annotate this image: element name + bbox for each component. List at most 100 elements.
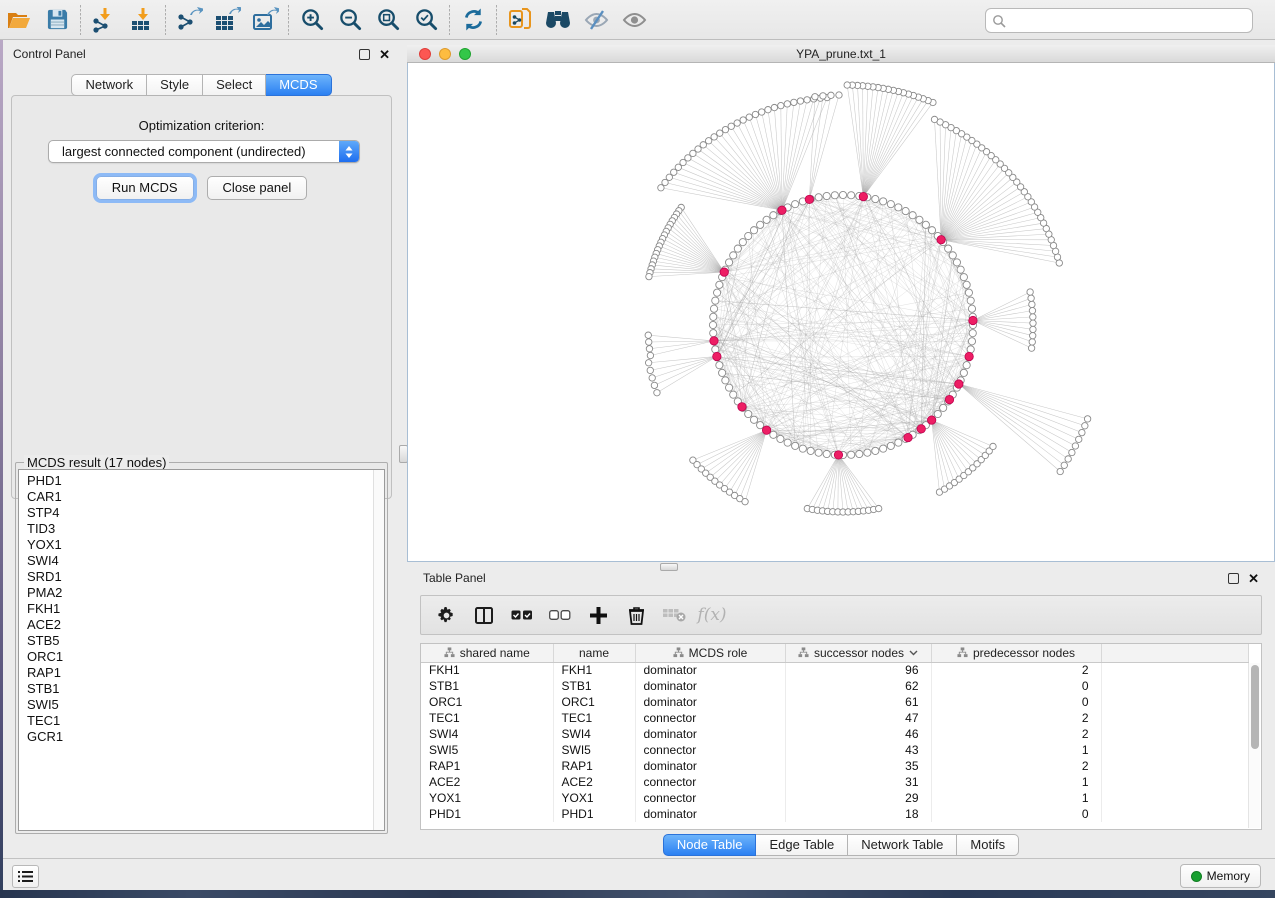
tab-network[interactable]: Network — [71, 74, 147, 96]
tab-mcds[interactable]: MCDS — [266, 74, 331, 96]
table-row[interactable]: YOX1YOX1connector291 — [421, 790, 1249, 806]
mcds-node[interactable]: GCR1 — [27, 729, 384, 745]
task-history-button[interactable] — [12, 865, 39, 888]
table-row[interactable]: ACE2ACE2connector311 — [421, 774, 1249, 790]
table-row[interactable]: TEC1TEC1connector472 — [421, 710, 1249, 726]
mcds-node[interactable]: TID3 — [27, 521, 384, 537]
refresh-icon[interactable] — [454, 4, 492, 36]
function-builder-icon[interactable]: f(x) — [695, 600, 729, 630]
close-table-panel-icon[interactable]: ✕ — [1248, 573, 1259, 584]
tab-select[interactable]: Select — [203, 74, 266, 96]
table-scrollbar-thumb[interactable] — [1251, 665, 1259, 749]
table-cell-empty — [1101, 774, 1249, 790]
zoom-selected-icon[interactable] — [407, 4, 445, 36]
table-cell-empty — [1101, 758, 1249, 774]
mcds-node[interactable]: SWI4 — [27, 553, 384, 569]
column-header-mcds-role[interactable]: MCDS role — [635, 644, 785, 662]
table-cell: 2 — [931, 710, 1101, 726]
mcds-node[interactable]: TEC1 — [27, 713, 384, 729]
horizontal-splitter-grip[interactable] — [660, 563, 678, 571]
save-session-icon[interactable] — [38, 4, 76, 36]
optimization-criterion-select[interactable]: largest connected component (undirected) — [48, 140, 360, 163]
add-column-icon[interactable] — [581, 600, 615, 630]
zoom-out-icon[interactable] — [331, 4, 369, 36]
vertical-splitter[interactable] — [400, 41, 407, 858]
table-cell-empty — [1101, 662, 1249, 678]
column-header-shared-name[interactable]: shared name — [421, 644, 553, 662]
mcds-tab-content: Optimization criterion: largest connecte… — [11, 95, 392, 499]
column-header-successor-nodes[interactable]: successor nodes — [785, 644, 931, 662]
mcds-list-scrollbar[interactable] — [373, 470, 384, 830]
table-scrollbar[interactable] — [1248, 663, 1260, 828]
mcds-node[interactable]: STB1 — [27, 681, 384, 697]
search-input[interactable] — [1006, 11, 1252, 31]
mcds-node[interactable]: CAR1 — [27, 489, 384, 505]
tab-network-table[interactable]: Network Table — [848, 834, 957, 856]
sort-desc-icon — [909, 650, 918, 656]
table-row[interactable]: SWI4SWI4dominator462 — [421, 726, 1249, 742]
table-cell: FKH1 — [421, 662, 553, 678]
memory-button[interactable]: Memory — [1180, 864, 1261, 888]
column-header-predecessor-nodes[interactable]: predecessor nodes — [931, 644, 1101, 662]
table-row[interactable]: PHD1PHD1dominator180 — [421, 806, 1249, 822]
control-panel-header: Control Panel ✕ — [3, 41, 400, 67]
network-canvas[interactable] — [407, 63, 1275, 562]
table-cell: ACE2 — [553, 774, 635, 790]
select-all-icon[interactable] — [505, 600, 539, 630]
table-cell: RAP1 — [421, 758, 553, 774]
run-mcds-button[interactable]: Run MCDS — [96, 176, 194, 200]
column-header-name[interactable]: name — [553, 644, 635, 662]
close-panel-button[interactable]: Close panel — [207, 176, 308, 200]
zoom-in-icon[interactable] — [293, 4, 331, 36]
deselect-all-icon[interactable] — [543, 600, 577, 630]
table-row[interactable]: RAP1RAP1dominator352 — [421, 758, 1249, 774]
table-cell: YOX1 — [553, 790, 635, 806]
column-header-empty — [1101, 644, 1249, 662]
table-row[interactable]: STB1STB1dominator620 — [421, 678, 1249, 694]
table-row[interactable]: ORC1ORC1dominator610 — [421, 694, 1249, 710]
network-snapshot-icon[interactable] — [501, 4, 539, 36]
export-network-icon[interactable] — [170, 4, 208, 36]
mcds-node[interactable]: RAP1 — [27, 665, 384, 681]
table-panel: Table Panel ✕ f(x) — [407, 565, 1275, 858]
export-table-icon[interactable] — [208, 4, 246, 36]
table-cell: connector — [635, 742, 785, 758]
delete-table-icon[interactable] — [657, 600, 691, 630]
import-table-icon[interactable] — [123, 4, 161, 36]
close-panel-icon[interactable]: ✕ — [379, 49, 390, 60]
show-selected-icon[interactable] — [615, 4, 653, 36]
mcds-node[interactable]: PHD1 — [27, 473, 384, 489]
mcds-node[interactable]: STP4 — [27, 505, 384, 521]
tab-node-table[interactable]: Node Table — [663, 834, 757, 856]
mcds-node[interactable]: ACE2 — [27, 617, 384, 633]
node-table[interactable]: shared name name MCDS role successor nod… — [420, 643, 1262, 830]
table-row[interactable]: FKH1FKH1dominator962 — [421, 662, 1249, 678]
zoom-fit-icon[interactable] — [369, 4, 407, 36]
toolbar-separator — [80, 5, 81, 35]
tree-icon — [798, 647, 809, 658]
open-file-icon[interactable] — [0, 4, 38, 36]
tab-style[interactable]: Style — [147, 74, 203, 96]
mcds-node[interactable]: ORC1 — [27, 649, 384, 665]
tab-motifs[interactable]: Motifs — [957, 834, 1019, 856]
search-network-icon[interactable] — [539, 4, 577, 36]
mcds-result-list[interactable]: PHD1CAR1STP4TID3YOX1SWI4SRD1PMA2FKH1ACE2… — [18, 469, 385, 831]
mcds-node[interactable]: YOX1 — [27, 537, 384, 553]
export-image-icon[interactable] — [246, 4, 284, 36]
import-network-icon[interactable] — [85, 4, 123, 36]
mcds-node[interactable]: SWI5 — [27, 697, 384, 713]
gear-icon[interactable] — [429, 600, 463, 630]
mcds-node[interactable]: PMA2 — [27, 585, 384, 601]
tab-edge-table[interactable]: Edge Table — [756, 834, 848, 856]
split-columns-icon[interactable] — [467, 600, 501, 630]
search-box[interactable] — [985, 8, 1253, 33]
network-window-titlebar[interactable]: YPA_prune.txt_1 — [407, 45, 1275, 63]
mcds-node[interactable]: FKH1 — [27, 601, 384, 617]
delete-column-icon[interactable] — [619, 600, 653, 630]
hide-selected-icon[interactable] — [577, 4, 615, 36]
mcds-node[interactable]: SRD1 — [27, 569, 384, 585]
table-row[interactable]: SWI5SWI5connector431 — [421, 742, 1249, 758]
mcds-node[interactable]: STB5 — [27, 633, 384, 649]
float-panel-icon[interactable] — [359, 49, 370, 60]
float-table-panel-icon[interactable] — [1228, 573, 1239, 584]
